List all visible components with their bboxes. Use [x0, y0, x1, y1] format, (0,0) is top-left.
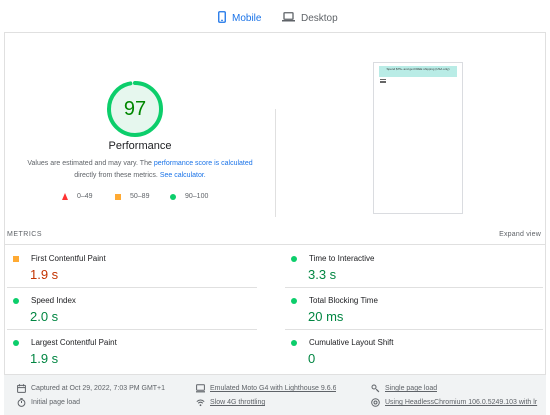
- wifi-icon: [196, 399, 205, 407]
- performance-score-link[interactable]: performance score is calculated: [154, 160, 253, 167]
- metric-name: First Contentful Paint: [31, 254, 106, 263]
- average-square-icon: [13, 256, 19, 262]
- hamburger-menu-icon: [380, 79, 386, 83]
- timer-icon: [17, 398, 26, 407]
- footer-item-device[interactable]: Emulated Moto G4 with Lighthouse 9.6.6: [196, 384, 336, 393]
- single-page-icon: [371, 384, 380, 393]
- pass-circle-icon: [291, 298, 297, 304]
- legend-pass-range: 90–100: [185, 193, 209, 200]
- metric-value: 2.0 s: [30, 309, 59, 324]
- smartphone-icon: [218, 10, 226, 26]
- tab-mobile-label: Mobile: [232, 12, 262, 24]
- metric-name: Largest Contentful Paint: [31, 338, 117, 347]
- metrics-header: METRICS Expand view: [5, 231, 545, 245]
- footer-item-throttling[interactable]: Slow 4G throttling: [196, 398, 265, 407]
- laptop-icon: [282, 11, 295, 25]
- footer-text: Captured at Oct 29, 2022, 7:03 PM GMT+1: [31, 385, 166, 392]
- metric-value: 1.9 s: [30, 351, 59, 366]
- metric-largest-contentful-paint: Largest Contentful Paint 1.9 s: [7, 337, 247, 377]
- thumbnail-banner: Spend $75+ and get FREE shipping (USA on…: [379, 66, 457, 77]
- legend-fail: 0–49: [62, 193, 93, 200]
- see-calculator-link[interactable]: See calculator.: [160, 172, 206, 179]
- report-card: 97 Performance Values are estimated and …: [4, 32, 546, 415]
- footer-text: Emulated Moto G4 with Lighthouse 9.6.6: [210, 385, 337, 392]
- page-screenshot-thumbnail: Spend $75+ and get FREE shipping (USA on…: [373, 62, 463, 214]
- metric-cumulative-layout-shift: Cumulative Layout Shift 0: [285, 337, 525, 377]
- metric-value: 3.3 s: [308, 267, 337, 282]
- metric-row-divider: [285, 329, 543, 330]
- pass-circle-icon: [291, 256, 297, 262]
- footer-item-initial-load: Initial page load: [17, 398, 80, 407]
- metric-value: 20 ms: [308, 309, 344, 324]
- footer-text: Initial page load: [31, 399, 81, 406]
- metric-row-divider: [7, 329, 257, 330]
- device-icon: [196, 384, 205, 393]
- footer-item-captured: Captured at Oct 29, 2022, 7:03 PM GMT+1: [17, 384, 165, 393]
- pass-circle-icon: [13, 340, 19, 346]
- legend-pass: 90–100: [170, 193, 208, 200]
- legend-average-range: 50–89: [130, 193, 150, 200]
- metric-value: 1.9 s: [30, 267, 59, 282]
- metric-row-divider: [285, 287, 543, 288]
- fail-triangle-icon: [62, 193, 68, 200]
- performance-score: 97: [123, 97, 147, 120]
- footer-text: Slow 4G throttling: [210, 399, 266, 406]
- device-tabs: Mobile Desktop: [0, 0, 550, 34]
- note-prefix: Values are estimated and may vary. The: [27, 160, 154, 167]
- pass-circle-icon: [13, 298, 19, 304]
- footer-item-browser[interactable]: Using HeadlessChromium 106.0.5249.103 wi…: [371, 398, 543, 407]
- footer-item-single-page[interactable]: Single page load: [371, 384, 437, 393]
- metric-name: Total Blocking Time: [309, 296, 378, 305]
- tab-desktop-label: Desktop: [301, 12, 338, 24]
- tab-desktop[interactable]: Desktop: [282, 4, 338, 32]
- metric-name: Cumulative Layout Shift: [309, 338, 394, 347]
- runtime-settings-footer: Captured at Oct 29, 2022, 7:03 PM GMT+1 …: [4, 374, 546, 415]
- score-legend: 0–49 50–89 90–100: [5, 193, 275, 205]
- metrics-divider: [5, 244, 545, 245]
- legend-fail-range: 0–49: [77, 193, 93, 200]
- note-middle: directly from these metrics.: [74, 172, 160, 179]
- calendar-icon: [17, 384, 26, 393]
- chrome-icon: [371, 398, 380, 407]
- average-square-icon: [115, 193, 121, 200]
- metric-name: Speed Index: [31, 296, 76, 305]
- footer-text: Single page load: [385, 385, 438, 392]
- pass-circle-icon: [291, 340, 297, 346]
- vertical-divider: [275, 109, 276, 217]
- tab-mobile[interactable]: Mobile: [218, 4, 262, 34]
- performance-note: Values are estimated and may vary. The p…: [15, 158, 265, 182]
- legend-average: 50–89: [115, 193, 149, 200]
- metric-name: Time to Interactive: [309, 254, 375, 263]
- metrics-label: METRICS: [7, 231, 42, 238]
- performance-title: Performance: [108, 140, 172, 152]
- expand-view-toggle[interactable]: Expand view: [499, 231, 541, 238]
- footer-text: Using HeadlessChromium 106.0.5249.103 wi…: [385, 399, 538, 406]
- metric-value: 0: [308, 351, 316, 366]
- metric-row-divider: [7, 287, 257, 288]
- pass-circle-icon: [170, 193, 176, 200]
